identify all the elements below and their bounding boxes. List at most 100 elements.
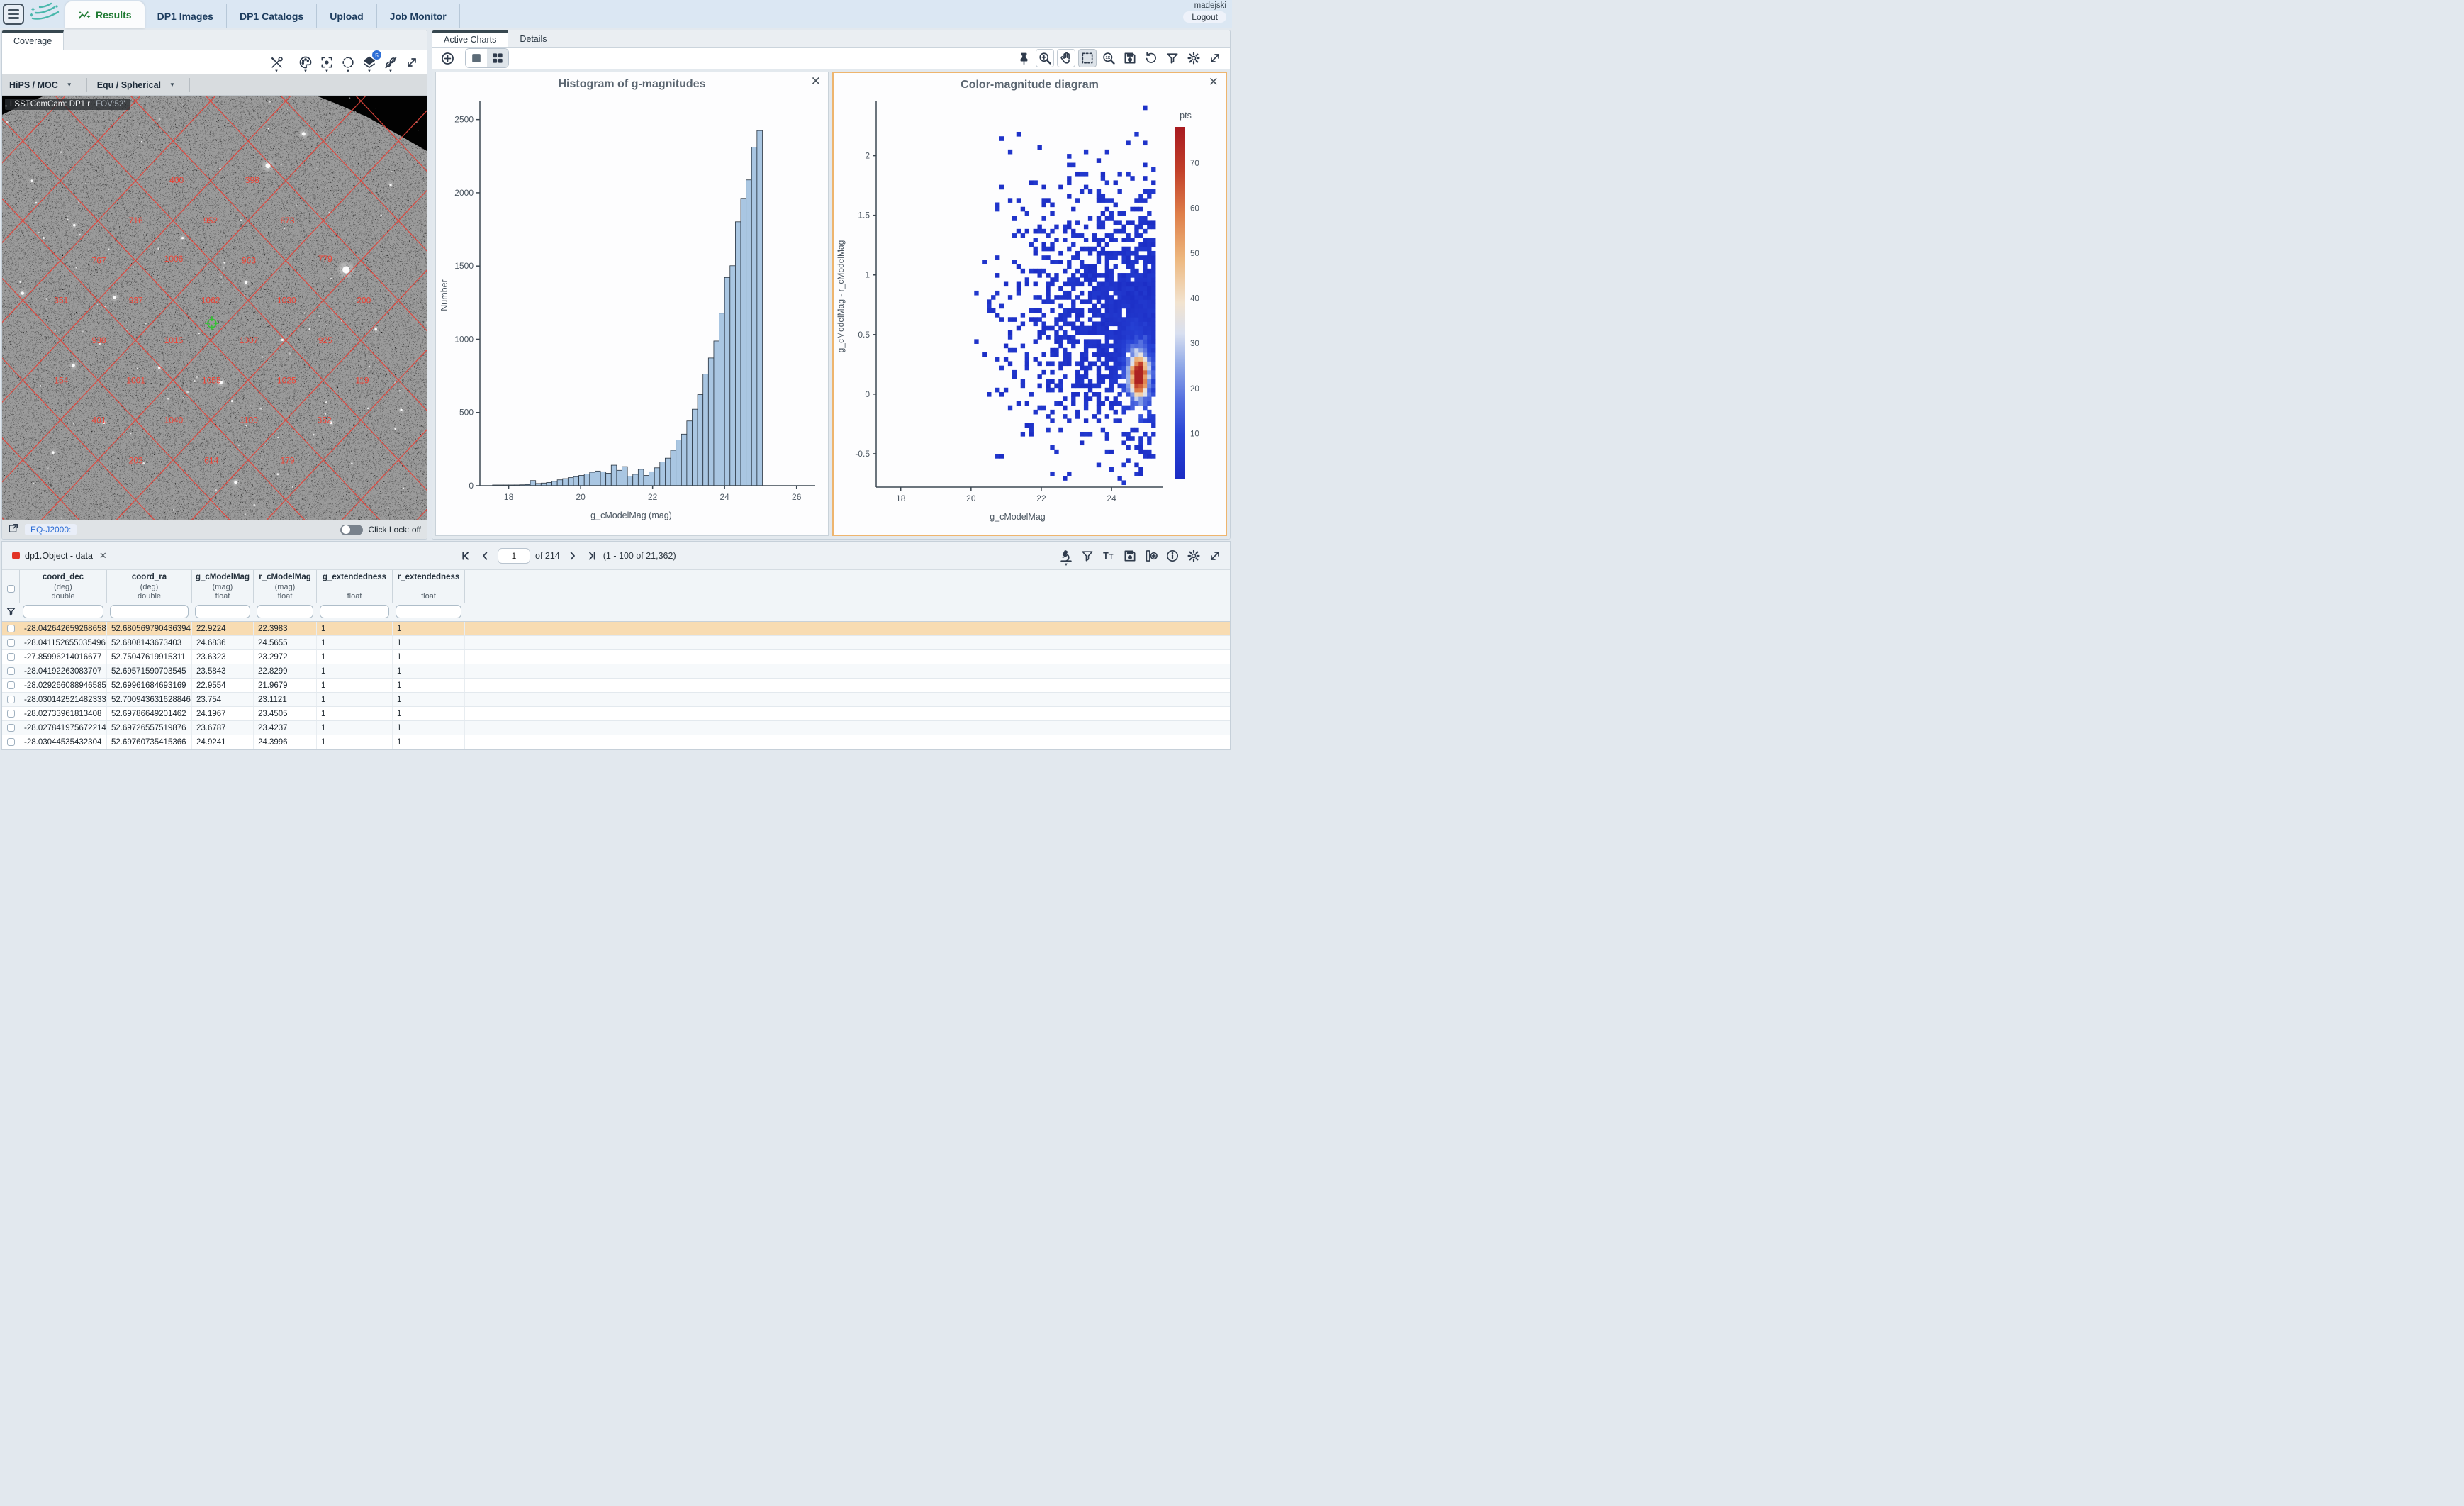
info-button[interactable] <box>1163 547 1182 565</box>
pagination: of 214 (1 - 100 of 21,362) <box>459 548 676 564</box>
tab-dp1-images[interactable]: DP1 Images <box>145 4 227 28</box>
save-button[interactable] <box>1121 49 1139 67</box>
layers-button[interactable]: ▼5 <box>360 53 379 72</box>
last-page-button[interactable] <box>584 549 598 563</box>
logout-button[interactable]: Logout <box>1183 11 1226 23</box>
charts-panel: Active Charts Details 1X Histogram of g-… <box>432 30 1231 540</box>
color-magnitude-chart[interactable]: Color-magnitude diagram ✕ -0.500.511.521… <box>832 72 1227 536</box>
row-checkbox[interactable] <box>7 710 15 718</box>
close-chart-icon[interactable]: ✕ <box>1209 75 1219 89</box>
hamburger-menu-icon[interactable] <box>3 4 24 25</box>
column-header-coord_ra[interactable]: coord_ra(deg)double <box>107 570 192 603</box>
first-page-button[interactable] <box>459 549 474 563</box>
filter-icon <box>1080 549 1094 563</box>
box-select-button[interactable] <box>1078 49 1097 67</box>
close-chart-icon[interactable]: ✕ <box>811 74 821 89</box>
expand-button[interactable] <box>403 53 421 72</box>
tab-coverage[interactable]: Coverage <box>2 30 64 50</box>
page-number-input[interactable] <box>498 548 530 564</box>
table-row[interactable]: -28.0273396181340852.6978664920146224.19… <box>2 707 1230 721</box>
row-checkbox[interactable] <box>7 667 15 675</box>
pan-hand-button[interactable] <box>1057 49 1075 67</box>
filter-input-r_cModelMag[interactable] <box>257 605 313 618</box>
tab-job-monitor[interactable]: Job Monitor <box>377 4 460 28</box>
row-checkbox[interactable] <box>7 639 15 647</box>
add-column-button[interactable] <box>1142 547 1160 565</box>
column-header-g_extendedness[interactable]: g_extendednessfloat <box>317 570 393 603</box>
table-row[interactable]: -28.03014252148233352.70094363162884623.… <box>2 693 1230 707</box>
unlink-button[interactable]: ▼ <box>381 53 400 72</box>
table-row[interactable]: -28.02926608894658552.6996168469316922.9… <box>2 679 1230 693</box>
expand-button[interactable] <box>1206 49 1224 67</box>
pin-button[interactable] <box>1014 49 1033 67</box>
ccd-label: 351 <box>54 296 68 306</box>
row-checkbox[interactable] <box>7 681 15 689</box>
cell-g_cModelMag: 23.754 <box>192 693 254 706</box>
single-view-button[interactable] <box>466 49 487 67</box>
table-row[interactable]: -28.0419226308370752.6957159070354523.58… <box>2 664 1230 679</box>
palette-button[interactable]: ▼ <box>296 53 315 72</box>
add-column-icon <box>1144 549 1158 563</box>
tab-details[interactable]: Details <box>508 30 559 47</box>
filter-input-g_extendedness[interactable] <box>320 605 389 618</box>
table-row[interactable]: -28.04115265503549652.680814367340324.68… <box>2 636 1230 650</box>
table-tab[interactable]: dp1.Object - data ✕ <box>6 550 113 562</box>
table-row[interactable]: -27.8599621401667752.7504761991531123.63… <box>2 650 1230 664</box>
zoom-1x-button[interactable]: 1X <box>1099 49 1118 67</box>
filter-button[interactable] <box>1078 547 1097 565</box>
tab-label: Results <box>96 9 132 21</box>
image-title-overlay: LSSTComCam: DP1 rFOV:52' <box>5 99 130 110</box>
text-options-button[interactable]: TT <box>1099 547 1118 565</box>
prev-page-button[interactable] <box>478 549 493 563</box>
table-row[interactable]: -28.02784197567221452.6972655751987623.6… <box>2 721 1230 735</box>
filter-icon[interactable] <box>6 606 16 617</box>
click-lock-toggle[interactable] <box>340 525 363 535</box>
column-header-g_cModelMag[interactable]: g_cModelMag(mag)float <box>192 570 254 603</box>
zoom-in-button[interactable] <box>1036 49 1054 67</box>
row-checkbox[interactable] <box>7 653 15 661</box>
tab-active-charts[interactable]: Active Charts <box>432 30 508 47</box>
svg-text:0: 0 <box>865 389 870 399</box>
tab-results[interactable]: Results <box>65 1 145 28</box>
select-all-checkbox[interactable] <box>7 585 15 593</box>
chart-add-button[interactable] <box>438 49 457 67</box>
lasso-button[interactable]: ▼ <box>339 53 357 72</box>
table-row[interactable]: -28.04264265926865852.68056979043639422.… <box>2 622 1230 636</box>
text-options-icon: TT <box>1102 549 1116 563</box>
tab-dp1-catalogs[interactable]: DP1 Catalogs <box>227 4 317 28</box>
tab-upload[interactable]: Upload <box>317 4 376 28</box>
next-page-button[interactable] <box>565 549 579 563</box>
image-footer-bar: EQ-J2000: Click Lock: off <box>2 520 427 539</box>
hips-moc-dropdown[interactable]: HiPS / MOC <box>9 80 58 90</box>
microscope-button[interactable]: ▼ <box>1057 547 1075 565</box>
sky-image[interactable]: 4003987169526737671006963779351937106210… <box>2 96 427 520</box>
filter-input-r_extendedness[interactable] <box>396 605 461 618</box>
column-header-r_extendedness[interactable]: r_extendednessfloat <box>393 570 465 603</box>
histogram-chart[interactable]: Histogram of g-magnitudes ✕ 050010001500… <box>435 72 829 536</box>
cell-g_cModelMag: 24.6836 <box>192 636 254 649</box>
save-button[interactable] <box>1121 547 1139 565</box>
table-row[interactable]: -28.0304453543230452.6976073541536624.92… <box>2 735 1230 749</box>
filter-input-coord_dec[interactable] <box>23 605 103 618</box>
svg-text:20: 20 <box>576 492 586 502</box>
tools-icon <box>270 56 284 69</box>
grid-view-button[interactable] <box>487 49 508 67</box>
column-header-r_cModelMag[interactable]: r_cModelMag(mag)float <box>254 570 317 603</box>
recenter-button[interactable]: ▼ <box>318 53 336 72</box>
row-checkbox[interactable] <box>7 696 15 703</box>
projection-dropdown[interactable]: Equ / Spherical <box>97 80 161 90</box>
close-table-icon[interactable]: ✕ <box>99 550 107 562</box>
row-checkbox[interactable] <box>7 724 15 732</box>
restore-button[interactable] <box>1142 49 1160 67</box>
settings-button[interactable] <box>1185 547 1203 565</box>
external-link-icon[interactable] <box>8 523 19 537</box>
row-checkbox[interactable] <box>7 738 15 746</box>
tools-button[interactable]: ▼ <box>267 53 286 72</box>
settings-button[interactable] <box>1185 49 1203 67</box>
row-checkbox[interactable] <box>7 625 15 632</box>
filter-input-g_cModelMag[interactable] <box>195 605 250 618</box>
column-header-coord_dec[interactable]: coord_dec(deg)double <box>20 570 107 603</box>
filter-input-coord_ra[interactable] <box>110 605 189 618</box>
expand-button[interactable] <box>1206 547 1224 565</box>
filter-button[interactable] <box>1163 49 1182 67</box>
